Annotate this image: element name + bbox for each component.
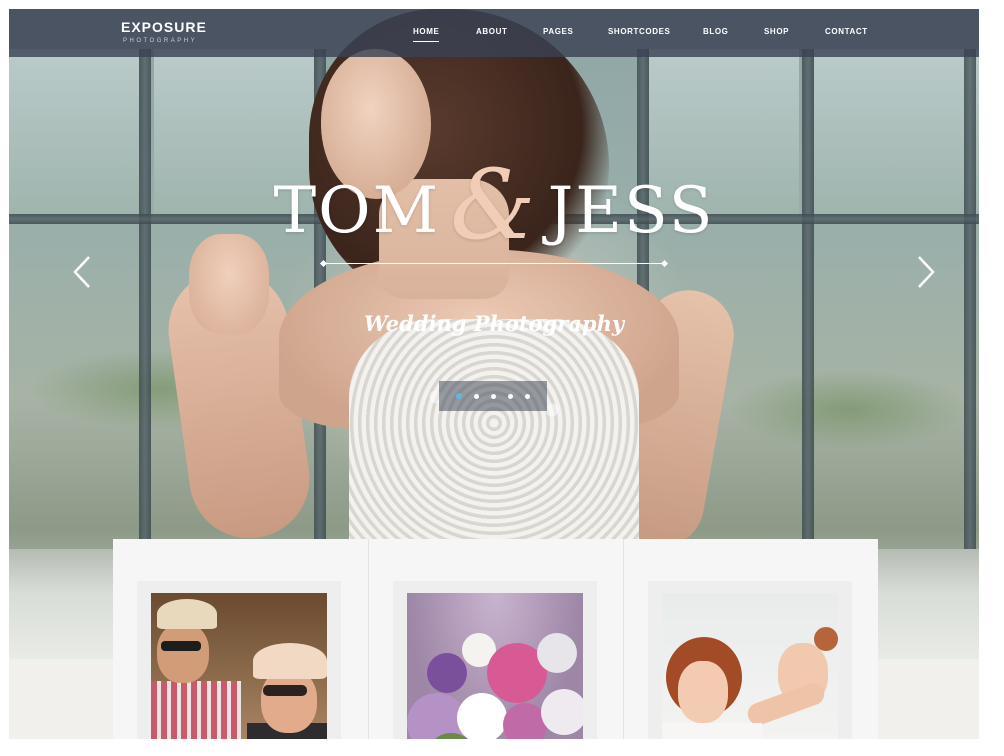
card-bouquet[interactable]	[368, 539, 623, 739]
slider-dot-3[interactable]	[491, 393, 496, 399]
nav-blog[interactable]: BLOG	[703, 27, 729, 36]
nav-pages[interactable]: PAGES	[543, 27, 573, 36]
nav-home[interactable]: HOME	[413, 27, 440, 42]
slider-next-button[interactable]	[907, 252, 941, 292]
slider-prev-button[interactable]	[67, 252, 101, 292]
photo-frame	[137, 581, 341, 739]
hero-subtitle: Wedding Photography	[363, 311, 625, 336]
logo-subtitle: PHOTOGRAPHY	[123, 38, 198, 44]
nav-shop[interactable]: SHOP	[764, 27, 789, 36]
hero-ampersand: &	[450, 149, 538, 261]
card-couple[interactable]	[113, 539, 367, 739]
photo-frame	[648, 581, 852, 739]
nav-contact[interactable]: CONTACT	[825, 27, 868, 36]
bride-hair-styling-photo	[662, 593, 838, 739]
nav-about[interactable]: ABOUT	[476, 27, 507, 36]
slider-dot-2[interactable]	[474, 393, 479, 399]
slider-dot-4[interactable]	[508, 393, 513, 399]
photo-frame	[393, 581, 597, 739]
slider-pagination	[439, 381, 547, 411]
hero-name-right: JESS	[547, 174, 715, 248]
hero-divider	[323, 263, 665, 264]
card-bridal-prep[interactable]	[623, 539, 878, 739]
chevron-right-icon	[918, 256, 935, 288]
slider-dot-1[interactable]	[456, 393, 462, 399]
logo-title[interactable]: EXPOSURE	[121, 19, 207, 35]
page-frame: TOM & JESS Wedding Photography EXPOSURE PH…	[9, 9, 979, 739]
background-greenery	[729, 369, 969, 449]
hero-name-left: TOM	[273, 174, 441, 248]
couple-in-hats-photo	[151, 593, 327, 739]
window-mullion	[802, 49, 814, 549]
chevron-left-icon	[73, 256, 90, 288]
nav-shortcodes[interactable]: SHORTCODES	[608, 27, 670, 36]
top-navbar: EXPOSURE PHOTOGRAPHY HOME ABOUT PAGES SH…	[9, 9, 979, 57]
hero-title: TOM & JESS	[9, 149, 979, 261]
slider-dot-5[interactable]	[525, 393, 530, 399]
bridal-bouquet-photo	[407, 593, 583, 739]
featured-cards	[113, 539, 878, 739]
window-mullion	[964, 49, 976, 549]
window-mullion	[139, 49, 151, 549]
